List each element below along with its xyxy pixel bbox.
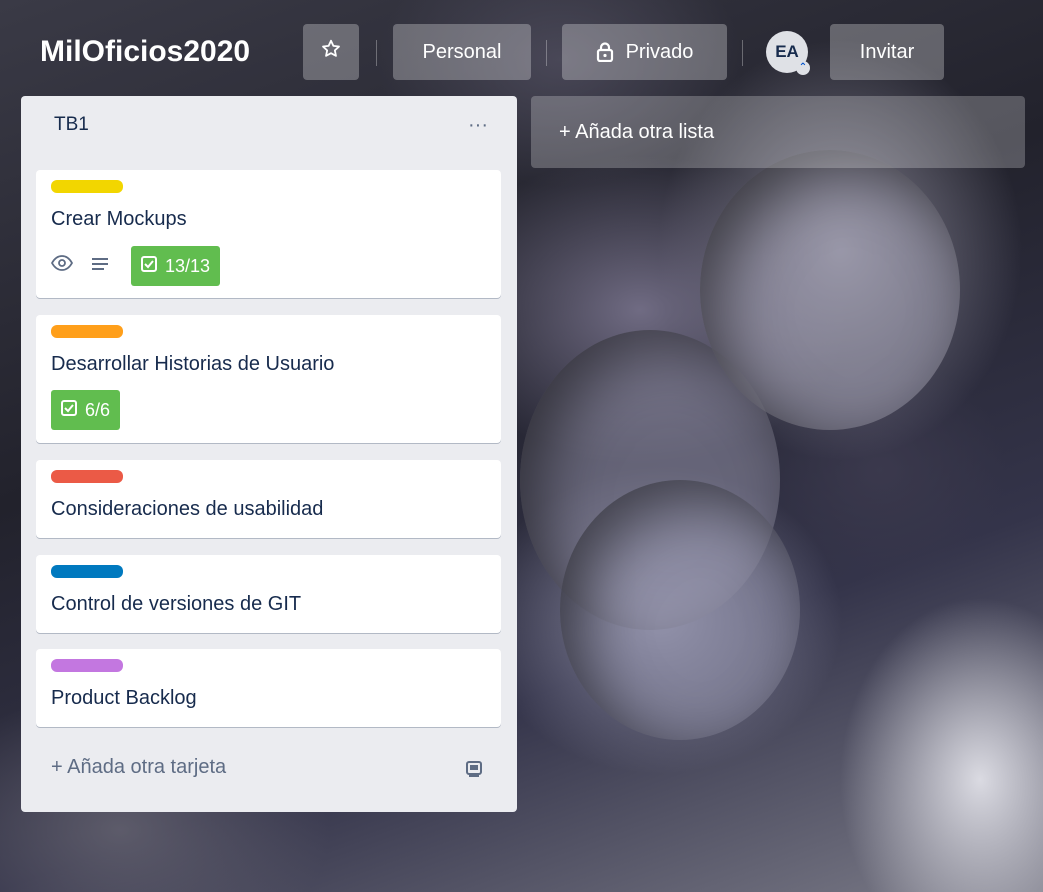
checklist-icon [61, 399, 77, 421]
card-product-backlog[interactable]: Product Backlog [36, 649, 501, 727]
card-template-icon[interactable] [465, 760, 483, 783]
star-icon [320, 38, 342, 66]
header-divider [742, 40, 743, 66]
privacy-button[interactable]: Privado [562, 24, 727, 80]
description-icon [91, 255, 131, 278]
card-control-versiones-git[interactable]: Control de versiones de GIT [36, 555, 501, 633]
card-label[interactable] [51, 180, 123, 193]
card-desarrollar-historias[interactable]: Desarrollar Historias de Usuario 6/6 [36, 315, 501, 443]
checklist-count: 13/13 [165, 255, 211, 276]
card-consideraciones-usabilidad[interactable]: Consideraciones de usabilidad [36, 460, 501, 538]
card-title: Consideraciones de usabilidad [51, 498, 324, 520]
lock-icon [596, 42, 614, 62]
invite-label: Invitar [859, 40, 915, 63]
add-list-button[interactable]: + Añada otra lista [531, 96, 1025, 168]
card-title: Crear Mockups [51, 208, 187, 230]
card-badges: 13/13 [50, 246, 221, 286]
card-title: Product Backlog [51, 687, 197, 709]
card-title: Desarrollar Historias de Usuario [51, 353, 335, 375]
list-tb1: TB1 ··· Crear Mockups 13/13 Desarrollar … [21, 96, 517, 812]
list-title[interactable]: TB1 [54, 114, 89, 136]
checklist-count: 6/6 [85, 399, 111, 420]
board-header: MilOficios2020 Personal Privado EA ⌃ Inv… [0, 0, 1043, 96]
checklist-icon [141, 255, 157, 277]
add-card-button[interactable]: + Añada otra tarjeta [51, 756, 226, 779]
card-label[interactable] [51, 565, 123, 578]
member-avatar[interactable]: EA ⌃ [766, 31, 810, 75]
card-label[interactable] [51, 325, 123, 338]
team-visibility-label: Personal [422, 40, 502, 63]
header-divider [546, 40, 547, 66]
card-label[interactable] [51, 659, 123, 672]
card-label[interactable] [51, 470, 123, 483]
team-visibility-button[interactable]: Personal [393, 24, 531, 80]
background-petal [700, 150, 960, 430]
card-badges: 6/6 [51, 390, 121, 430]
member-initials: EA [775, 42, 799, 61]
admin-badge-icon: ⌃ [796, 61, 810, 75]
checklist-badge: 6/6 [51, 390, 121, 430]
board-title[interactable]: MilOficios2020 [40, 26, 250, 78]
eye-icon [50, 254, 91, 278]
card-crear-mockups[interactable]: Crear Mockups 13/13 [36, 170, 501, 298]
card-title: Control de versiones de GIT [51, 593, 302, 615]
invite-button[interactable]: Invitar [830, 24, 944, 80]
header-divider [376, 40, 377, 66]
privacy-label: Privado [625, 40, 694, 63]
star-button[interactable] [303, 24, 359, 80]
checklist-badge: 13/13 [131, 246, 221, 286]
list-menu-button[interactable]: ··· [463, 110, 493, 140]
background-petal [560, 480, 800, 740]
more-icon: ··· [468, 114, 488, 136]
